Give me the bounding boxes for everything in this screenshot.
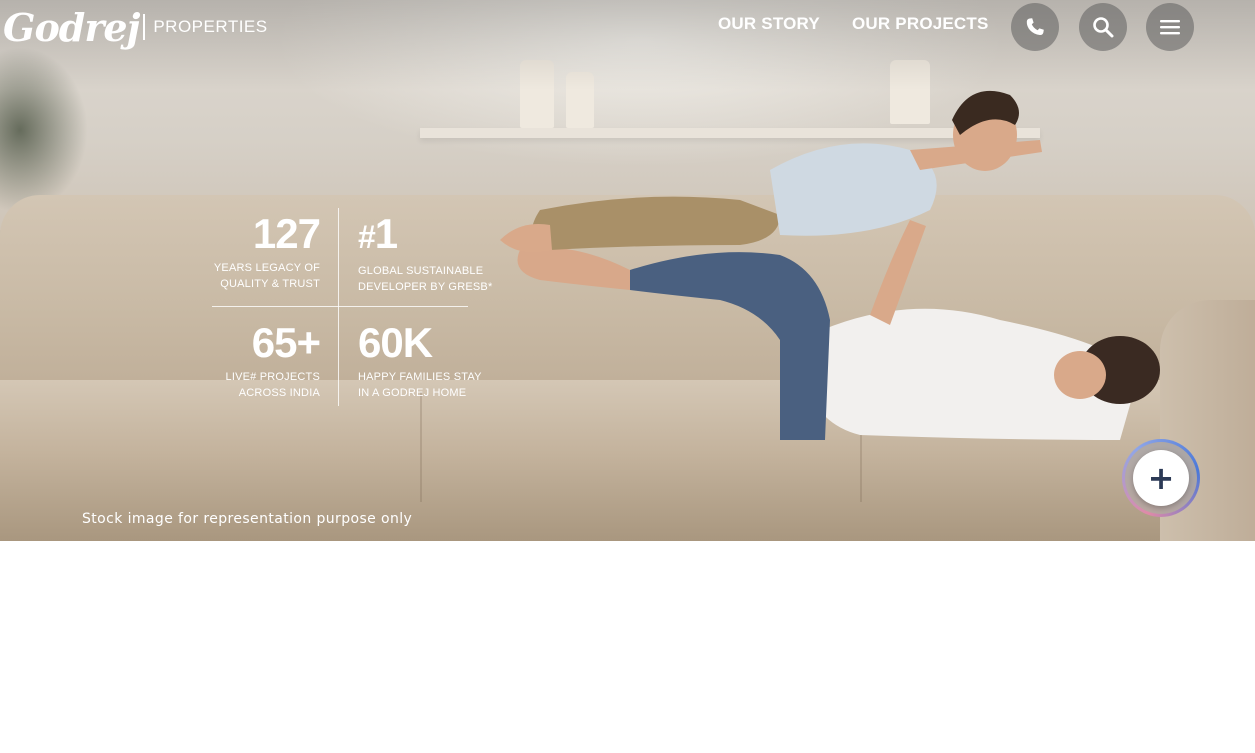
- hero-photo-people: [500, 90, 1160, 440]
- stat-value: 127: [252, 210, 321, 257]
- sofa-seam: [420, 392, 422, 502]
- stat-label: GLOBAL SUSTAINABLE DEVELOPER BY GRESB*: [358, 265, 493, 293]
- stat-global-sustainable: #1 GLOBAL SUSTAINABLE DEVELOPER BY GRESB…: [358, 210, 498, 295]
- stats-panel: 127 YEARS LEGACY OF QUALITY & TRUST #1 G…: [212, 208, 492, 408]
- stat-value: 65+: [251, 319, 321, 366]
- stat-label: LIVE# PROJECTS ACROSS INDIA: [225, 371, 320, 399]
- logo-divider: [143, 14, 146, 40]
- phone-button[interactable]: [1011, 3, 1059, 51]
- expand-plus-button[interactable]: +: [1133, 450, 1189, 506]
- godrej-properties-logo[interactable]: Godrej PROPERTIES: [3, 2, 268, 52]
- content-below-hero: [0, 541, 1255, 753]
- plus-icon: +: [1147, 459, 1175, 497]
- stat-value: #1: [358, 210, 498, 261]
- stat-happy-families: 60K HAPPY FAMILIES STAY IN A GODREJ HOME: [358, 319, 498, 401]
- stats-divider-vertical: [338, 208, 339, 406]
- stat-value: 60K: [358, 319, 433, 366]
- menu-button[interactable]: [1146, 3, 1194, 51]
- stat-value-number: 1: [374, 210, 398, 257]
- stat-live-projects: 65+ LIVE# PROJECTS ACROSS INDIA: [212, 319, 322, 401]
- search-icon: [1093, 17, 1114, 38]
- menu-icon: [1160, 20, 1180, 35]
- nav-our-projects[interactable]: OUR PROJECTS: [852, 14, 989, 34]
- image-disclaimer: Stock image for representation purpose o…: [82, 511, 413, 527]
- stat-label: HAPPY FAMILIES STAY IN A GODREJ HOME: [358, 371, 482, 399]
- stat-years-legacy: 127 YEARS LEGACY OF QUALITY & TRUST: [212, 210, 321, 292]
- logo-script: Godrej: [3, 4, 140, 50]
- search-button[interactable]: [1079, 3, 1127, 51]
- stat-label: YEARS LEGACY OF QUALITY & TRUST: [213, 262, 320, 290]
- phone-icon: [1026, 18, 1044, 36]
- stat-value-prefix: #: [358, 219, 376, 255]
- nav-our-story[interactable]: OUR STORY: [718, 14, 820, 34]
- logo-wordmark: PROPERTIES: [153, 17, 268, 36]
- hero-banner: 127 YEARS LEGACY OF QUALITY & TRUST #1 G…: [0, 0, 1255, 541]
- stats-divider-horizontal: [212, 306, 468, 307]
